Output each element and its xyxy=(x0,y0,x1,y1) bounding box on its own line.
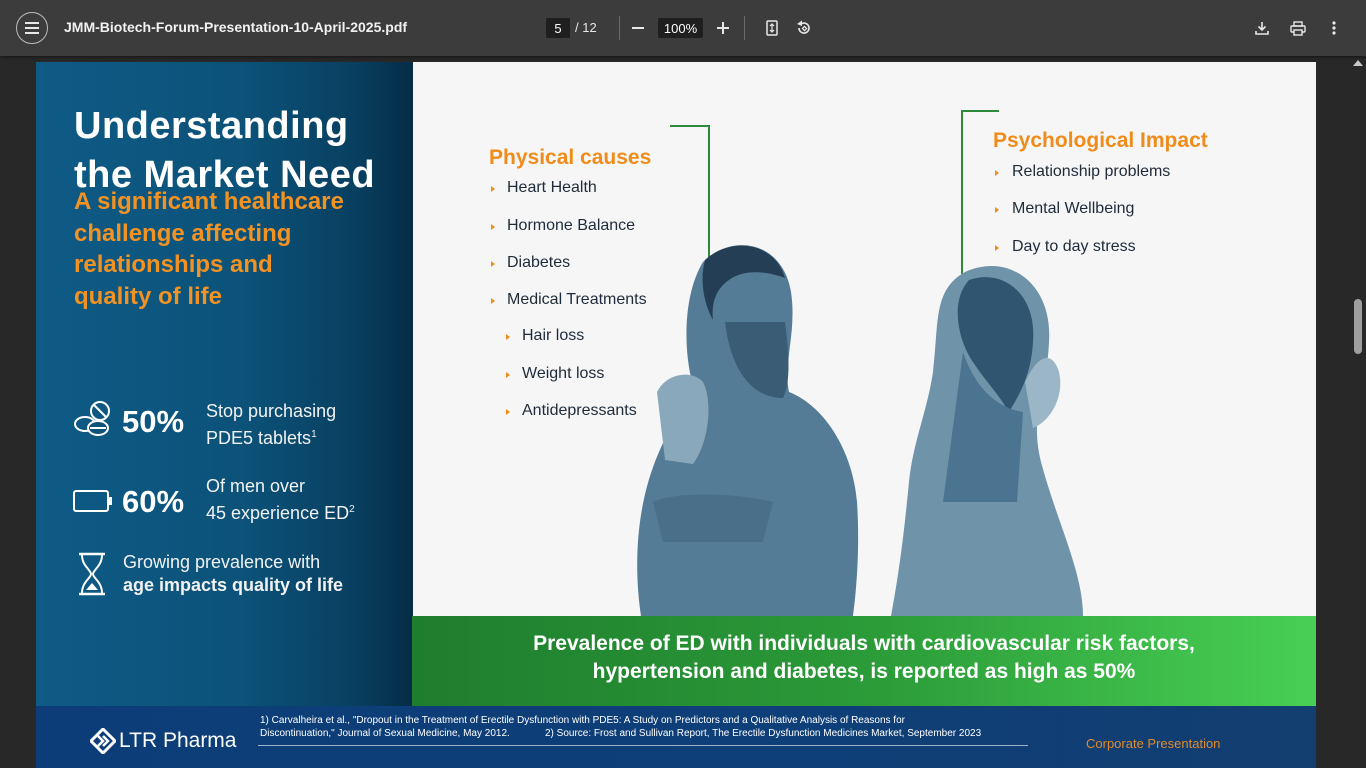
stat-line: Of men over xyxy=(206,476,306,496)
subheading-line: relationships and xyxy=(74,251,273,278)
bullet-icon xyxy=(491,298,495,304)
more-options-button[interactable] xyxy=(1323,17,1345,39)
hourglass-icon xyxy=(79,552,105,596)
bullet-icon xyxy=(995,245,999,251)
stat-line: 45 experience ED xyxy=(206,503,350,523)
list-item: Weight loss xyxy=(522,365,605,382)
couple-illustration xyxy=(637,245,1083,616)
stat-line: Stop purchasing xyxy=(206,401,337,421)
bullet-icon xyxy=(491,261,495,267)
pdf-toolbar: JMM-Biotech-Forum-Presentation-10-April-… xyxy=(0,0,1366,56)
bullet-icon xyxy=(491,224,495,230)
list-item: Heart Health xyxy=(507,179,597,196)
plus-icon xyxy=(717,22,729,34)
download-icon xyxy=(1255,22,1269,35)
heading-line: Understanding xyxy=(74,105,349,147)
download-button[interactable] xyxy=(1251,17,1273,39)
list-item: Antidepressants xyxy=(522,402,637,419)
vertical-scrollbar[interactable] xyxy=(1350,56,1366,768)
subheading-line: challenge affecting xyxy=(74,219,292,247)
list-item: Hair loss xyxy=(522,327,585,344)
prevalence-text: Prevalence of ED with individuals with c… xyxy=(412,630,1316,686)
pills-icon xyxy=(74,401,110,436)
footnote-marker: 2 xyxy=(349,504,355,515)
bullet-icon xyxy=(491,186,495,192)
bullet-icon xyxy=(506,372,510,378)
reference-underline xyxy=(258,745,1028,746)
stat-description: Growing prevalence with age impacts qual… xyxy=(123,551,343,597)
zoom-out-button[interactable] xyxy=(628,18,648,38)
minus-icon xyxy=(632,27,644,29)
slide-subheading: A significant healthcare challenge affec… xyxy=(74,186,344,312)
scroll-thumb[interactable] xyxy=(1354,299,1362,354)
list-item: Mental Wellbeing xyxy=(1012,200,1135,217)
list-item: Relationship problems xyxy=(1012,163,1171,180)
toolbar-divider xyxy=(744,16,745,40)
footnote-marker: 1 xyxy=(311,429,317,440)
stat-line: age impacts quality of life xyxy=(123,575,344,595)
list-item: Medical Treatments xyxy=(507,291,647,308)
page-number-input[interactable]: 5 xyxy=(546,18,570,38)
menu-button[interactable] xyxy=(16,12,48,44)
stat-description: Stop purchasing PDE5 tablets1 xyxy=(206,400,336,450)
list-item: Day to day stress xyxy=(1012,238,1136,255)
banner-line-emphasis: is reported as high as 50% xyxy=(870,660,1136,683)
subheading-line: quality of life xyxy=(74,282,223,310)
banner-line: hypertension and diabetes, xyxy=(592,660,865,683)
physical-causes-title: Physical causes xyxy=(489,146,652,169)
psychological-impact-title: Psychological Impact xyxy=(993,129,1208,152)
rotate-icon xyxy=(797,20,810,34)
page-total: / 12 xyxy=(575,20,597,35)
logo-text: LTR Pharma xyxy=(119,729,237,752)
toolbar-divider xyxy=(619,16,620,40)
stat-description: Of men over 45 experience ED2 xyxy=(206,475,355,525)
ltr-logo-icon xyxy=(90,728,116,754)
list-item: Hormone Balance xyxy=(507,217,636,234)
zoom-in-button[interactable] xyxy=(713,18,733,38)
fit-page-button[interactable] xyxy=(761,17,783,39)
scroll-up-arrow-icon[interactable] xyxy=(1353,60,1363,66)
causes-area: Physical causes Heart Health Hormone Bal… xyxy=(413,62,1316,616)
print-button[interactable] xyxy=(1287,17,1309,39)
banner-line: Prevalence of ED with individuals with c… xyxy=(533,632,1195,655)
stat-line: Growing prevalence with xyxy=(123,552,321,572)
left-panel: Understanding the Market Need A signific… xyxy=(36,62,413,706)
stat-percentage: 60% xyxy=(122,484,185,519)
stat-line: PDE5 tablets xyxy=(206,428,312,448)
battery-icon xyxy=(73,490,112,512)
zoom-input[interactable]: 100% xyxy=(658,18,703,38)
list-item: Diabetes xyxy=(507,254,571,271)
more-vertical-icon xyxy=(1332,21,1336,35)
pdf-page: Understanding the Market Need A signific… xyxy=(36,62,1316,768)
prevalence-banner: Prevalence of ED with individuals with c… xyxy=(412,616,1316,706)
reference-line: 1) Carvalheira et al., "Dropout in the T… xyxy=(260,715,905,726)
bullet-icon xyxy=(506,334,510,340)
subheading-line: A significant healthcare xyxy=(74,188,344,215)
ltr-pharma-logo: LTR Pharma xyxy=(90,728,236,754)
bullet-icon xyxy=(506,409,510,415)
stat-percentage: 50% xyxy=(122,404,185,439)
print-icon xyxy=(1290,20,1306,36)
bullet-icon xyxy=(995,207,999,213)
corporate-presentation-label: Corporate Presentation xyxy=(1086,736,1221,751)
hamburger-icon xyxy=(25,22,39,34)
fit-page-icon xyxy=(766,20,778,36)
bullet-icon xyxy=(995,170,999,176)
rotate-button[interactable] xyxy=(793,17,815,39)
slide-footer: LTR Pharma 1) Carvalheira et al., "Dropo… xyxy=(36,706,1316,768)
reference-2: 2) Source: Frost and Sullivan Report, Th… xyxy=(545,728,982,739)
document-title: JMM-Biotech-Forum-Presentation-10-April-… xyxy=(64,19,408,35)
